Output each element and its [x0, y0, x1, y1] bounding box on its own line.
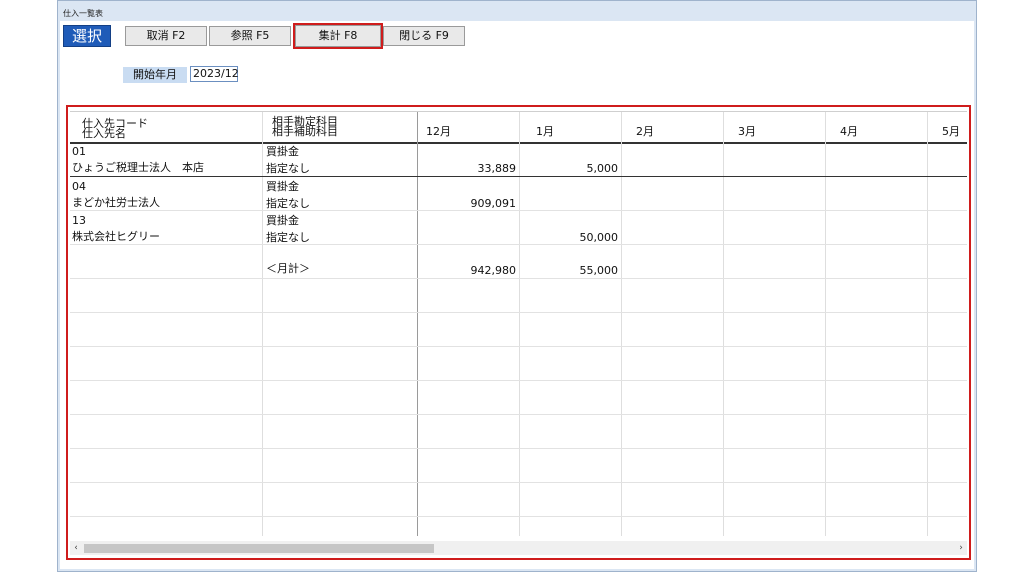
total-label: ＜月計＞	[266, 262, 310, 275]
row-account: 買掛金	[266, 145, 299, 158]
row-name: 株式会社ヒグリー	[72, 230, 160, 243]
row-month-12-value: 909,091	[470, 197, 517, 210]
horizontal-scrollbar[interactable]: ‹ ›	[70, 541, 967, 555]
row-month-1-value: 50,000	[579, 231, 619, 244]
window-title: 仕入一覧表	[63, 9, 103, 18]
total-month-12: 942,980	[470, 264, 517, 277]
row-code: 13	[72, 214, 86, 227]
grid-body: 仕入先コード 仕入先名 相手勘定科目 相手補助科目 12月 1月 2月 3月 4…	[70, 111, 967, 536]
scroll-left-icon[interactable]: ‹	[70, 541, 82, 555]
close-button[interactable]: 閉じる F9	[383, 26, 465, 46]
header-month-1: 1月	[536, 125, 554, 138]
row-divider	[70, 482, 967, 483]
row-name: まどか社労士法人	[72, 196, 160, 209]
header-month-4: 4月	[840, 125, 858, 138]
row-divider	[70, 448, 967, 449]
row-sub-account: 指定なし	[266, 162, 310, 175]
row-month-12-value: 33,889	[477, 162, 517, 175]
row-account: 買掛金	[266, 214, 299, 227]
header-sub-account: 相手補助科目	[272, 125, 338, 138]
total-month-1: 55,000	[579, 264, 619, 277]
row-divider	[70, 244, 967, 245]
header-month-2: 2月	[636, 125, 654, 138]
row-divider	[70, 346, 967, 347]
start-month-label: 開始年月	[123, 67, 187, 83]
row-sub-account: 指定なし	[266, 231, 310, 244]
row-divider	[70, 516, 967, 517]
header-month-12: 12月	[426, 125, 451, 138]
row-divider	[70, 278, 967, 279]
aggregate-button[interactable]: 集計 F8	[293, 23, 383, 49]
start-month-input[interactable]: 2023/12	[190, 66, 239, 82]
row-divider	[70, 380, 967, 381]
row-divider	[70, 312, 967, 313]
row-name: ひょうご税理士法人 本店	[72, 161, 204, 174]
row-sub-account: 指定なし	[266, 197, 310, 210]
refer-button[interactable]: 参照 F5	[209, 26, 291, 46]
title-bar: 仕入一覧表	[58, 1, 976, 21]
row-divider	[70, 176, 967, 177]
header-month-3: 3月	[738, 125, 756, 138]
scroll-thumb[interactable]	[84, 544, 434, 553]
row-divider	[70, 414, 967, 415]
header-name: 仕入先名	[82, 127, 126, 140]
select-button[interactable]: 選択	[63, 25, 111, 47]
row-code: 04	[72, 180, 86, 193]
row-account: 買掛金	[266, 180, 299, 193]
cancel-button[interactable]: 取消 F2	[125, 26, 207, 46]
row-divider	[70, 210, 967, 211]
purchase-grid: 仕入先コード 仕入先名 相手勘定科目 相手補助科目 12月 1月 2月 3月 4…	[66, 105, 971, 560]
row-code: 01	[72, 145, 86, 158]
row-month-1-value: 5,000	[586, 162, 619, 175]
header-month-5: 5月	[942, 125, 960, 138]
scroll-right-icon[interactable]: ›	[955, 541, 967, 555]
